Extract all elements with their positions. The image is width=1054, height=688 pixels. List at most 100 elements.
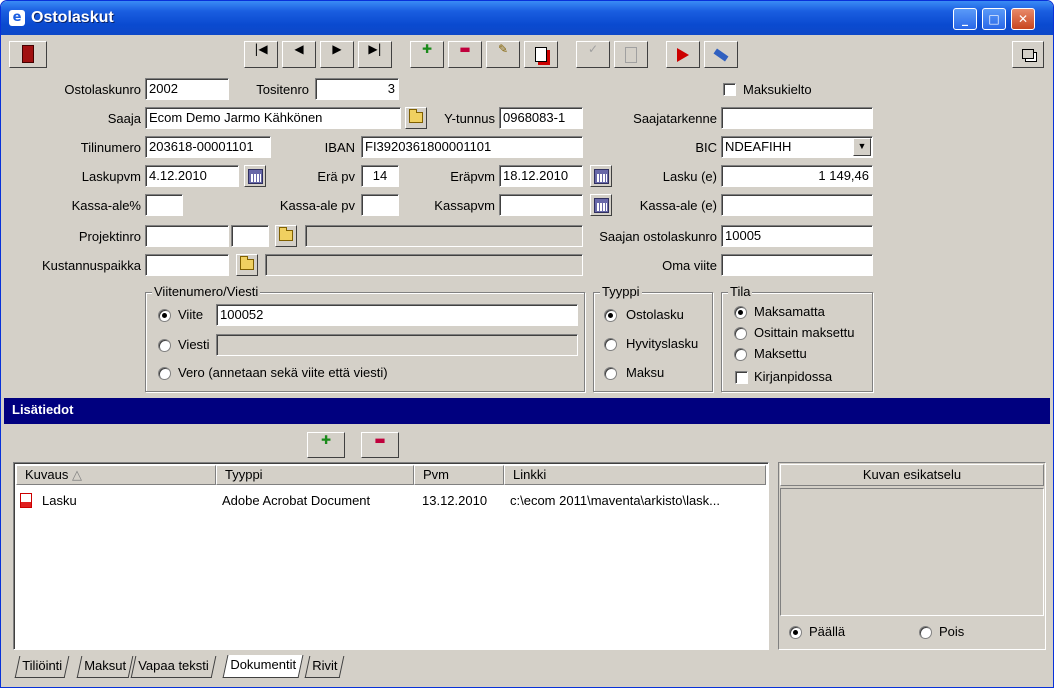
title-bar[interactable]: e Ostolaskut _ □ ✕: [1, 1, 1053, 35]
add-attachment-button[interactable]: ✚: [307, 432, 345, 458]
vero-label: Vero (annetaan sekä viite että viesti): [178, 365, 388, 380]
window-title: Ostolaskut: [31, 9, 114, 26]
first-record-button[interactable]: |◀: [244, 41, 278, 68]
lisatiedot-header: Lisätiedot: [4, 398, 1050, 424]
ytunnus-label: Y-tunnus: [444, 111, 495, 126]
minimize-button[interactable]: _: [953, 8, 977, 30]
kustannus-name-field: [265, 254, 583, 276]
iban-field[interactable]: FI3920361800001101: [361, 136, 583, 158]
maksettu-label: Maksettu: [754, 346, 807, 361]
erapv-field[interactable]: 14: [361, 165, 399, 187]
kassapvm-label: Kassapvm: [434, 198, 495, 213]
column-header-pvm[interactable]: Pvm: [414, 465, 504, 485]
tilinumero-label: Tilinumero: [80, 140, 141, 155]
saaja-field[interactable]: Ecom Demo Jarmo Kähkönen: [145, 107, 401, 129]
export-arrow-icon[interactable]: [666, 41, 700, 68]
column-header-label: Kuvaus: [25, 467, 69, 482]
tab-rivit[interactable]: Rivit: [304, 656, 345, 678]
erapvm-field[interactable]: 18.12.2010: [499, 165, 583, 187]
tab-vapaa-teksti[interactable]: Vapaa teksti: [130, 656, 216, 678]
viesti-label: Viesti: [178, 337, 210, 352]
delete-record-button[interactable]: ▬: [448, 41, 482, 68]
viitenumero-group: Viitenumero/Viesti Viite 100052 Viesti V…: [145, 284, 585, 392]
viite-radio[interactable]: [158, 309, 171, 322]
preview-off-radio[interactable]: [919, 626, 932, 639]
ostolaskunro-field[interactable]: 2002: [145, 78, 229, 100]
ostolaskunro-label: Ostolaskunro: [64, 82, 141, 97]
tab-maksut[interactable]: Maksut: [76, 656, 134, 678]
last-record-button[interactable]: ▶|: [358, 41, 392, 68]
kustannuspaikka-label: Kustannuspaikka: [41, 258, 141, 273]
kassaalee-field[interactable]: [721, 194, 873, 216]
app-icon: e: [9, 10, 25, 26]
hyvityslasku-radio[interactable]: [604, 338, 617, 351]
tilinumero-field[interactable]: 203618-00001101: [145, 136, 271, 158]
maximize-button[interactable]: □: [982, 8, 1006, 30]
projekti-folder-icon[interactable]: [275, 225, 297, 247]
preview-on-radio[interactable]: [789, 626, 802, 639]
tab-tilioonti[interactable]: Tiliöinti: [14, 656, 70, 678]
laskupvm-field[interactable]: 4.12.2010: [145, 165, 239, 187]
column-header-kuvaus[interactable]: Kuvaus △: [16, 465, 216, 485]
ytunnus-field[interactable]: 0968083-1: [499, 107, 583, 129]
bic-label: BIC: [695, 140, 717, 155]
window-arrange-icon[interactable]: [1012, 41, 1044, 68]
kassaalee-label: Kassa-ale (e): [639, 198, 717, 213]
maksu-radio[interactable]: [604, 367, 617, 380]
cell-tyyppi: Adobe Acrobat Document: [222, 493, 371, 508]
column-header-linkki[interactable]: Linkki: [504, 465, 766, 485]
tab-label: Tiliöinti: [22, 658, 63, 673]
trash-icon[interactable]: [614, 41, 648, 68]
save-check-button[interactable]: ✓: [576, 41, 610, 68]
saajatarkenne-field[interactable]: [721, 107, 873, 129]
kassaale-field[interactable]: [145, 194, 183, 216]
maksettu-radio[interactable]: [734, 348, 747, 361]
copy-document-icon[interactable]: [524, 41, 558, 68]
next-record-button[interactable]: ▶: [320, 41, 354, 68]
kassapvm-field[interactable]: [499, 194, 583, 216]
projektinro-label: Projektinro: [78, 229, 141, 244]
image-preview-panel: Kuvan esikatselu Päällä Pois: [778, 462, 1046, 650]
vero-radio[interactable]: [158, 367, 171, 380]
kassaalepv-field[interactable]: [361, 194, 399, 216]
tositenro-field[interactable]: 3: [315, 78, 399, 100]
tab-label: Maksut: [84, 658, 127, 673]
oma-viite-field[interactable]: [721, 254, 873, 276]
sort-ascending-icon: △: [72, 467, 82, 482]
bic-dropdown-icon[interactable]: ▼: [853, 138, 871, 156]
tab-label: Rivit: [312, 658, 338, 673]
oma-viite-label: Oma viite: [662, 258, 717, 273]
kustannus-folder-icon[interactable]: [236, 254, 258, 276]
saajatarkenne-label: Saajatarkenne: [633, 111, 717, 126]
laskupvm-calendar-icon[interactable]: [244, 165, 266, 187]
lasku-field[interactable]: 1 149,46: [721, 165, 873, 187]
remove-attachment-button[interactable]: ▬: [361, 432, 399, 458]
saajan-ostolaskunro-field[interactable]: 10005: [721, 225, 873, 247]
kustannuspaikka-field[interactable]: [145, 254, 229, 276]
viitenumero-group-title: Viitenumero/Viesti: [152, 284, 261, 300]
saaja-folder-icon[interactable]: [405, 107, 427, 129]
cell-linkki: c:\ecom 2011\maventa\arkisto\lask...: [510, 493, 721, 508]
exit-door-icon[interactable]: [9, 41, 47, 68]
kirjanpidossa-checkbox[interactable]: [735, 371, 748, 384]
hyvityslasku-label: Hyvityslasku: [626, 336, 699, 351]
projektinro-sub-field[interactable]: [231, 225, 269, 247]
projektinro-field[interactable]: [145, 225, 229, 247]
prev-record-button[interactable]: ◀: [282, 41, 316, 68]
close-button[interactable]: ✕: [1011, 8, 1035, 30]
search-flashlight-icon[interactable]: [704, 41, 738, 68]
maksamatta-radio[interactable]: [734, 306, 747, 319]
viite-field[interactable]: 100052: [216, 304, 578, 326]
osittain-maksettu-radio[interactable]: [734, 327, 747, 340]
erapvm-label: Eräpvm: [450, 169, 495, 184]
add-record-button[interactable]: ✚: [410, 41, 444, 68]
preview-title: Kuvan esikatselu: [780, 464, 1044, 486]
tyyppi-group-title: Tyyppi: [600, 284, 642, 300]
maksukielto-checkbox[interactable]: [723, 83, 736, 96]
ostolasku-radio[interactable]: [604, 309, 617, 322]
edit-pencil-icon[interactable]: ✎: [486, 41, 520, 68]
bic-select[interactable]: NDEAFIHH: [721, 136, 873, 158]
viesti-radio[interactable]: [158, 339, 171, 352]
tab-dokumentit[interactable]: Dokumentit: [222, 655, 304, 678]
column-header-tyyppi[interactable]: Tyyppi: [216, 465, 414, 485]
